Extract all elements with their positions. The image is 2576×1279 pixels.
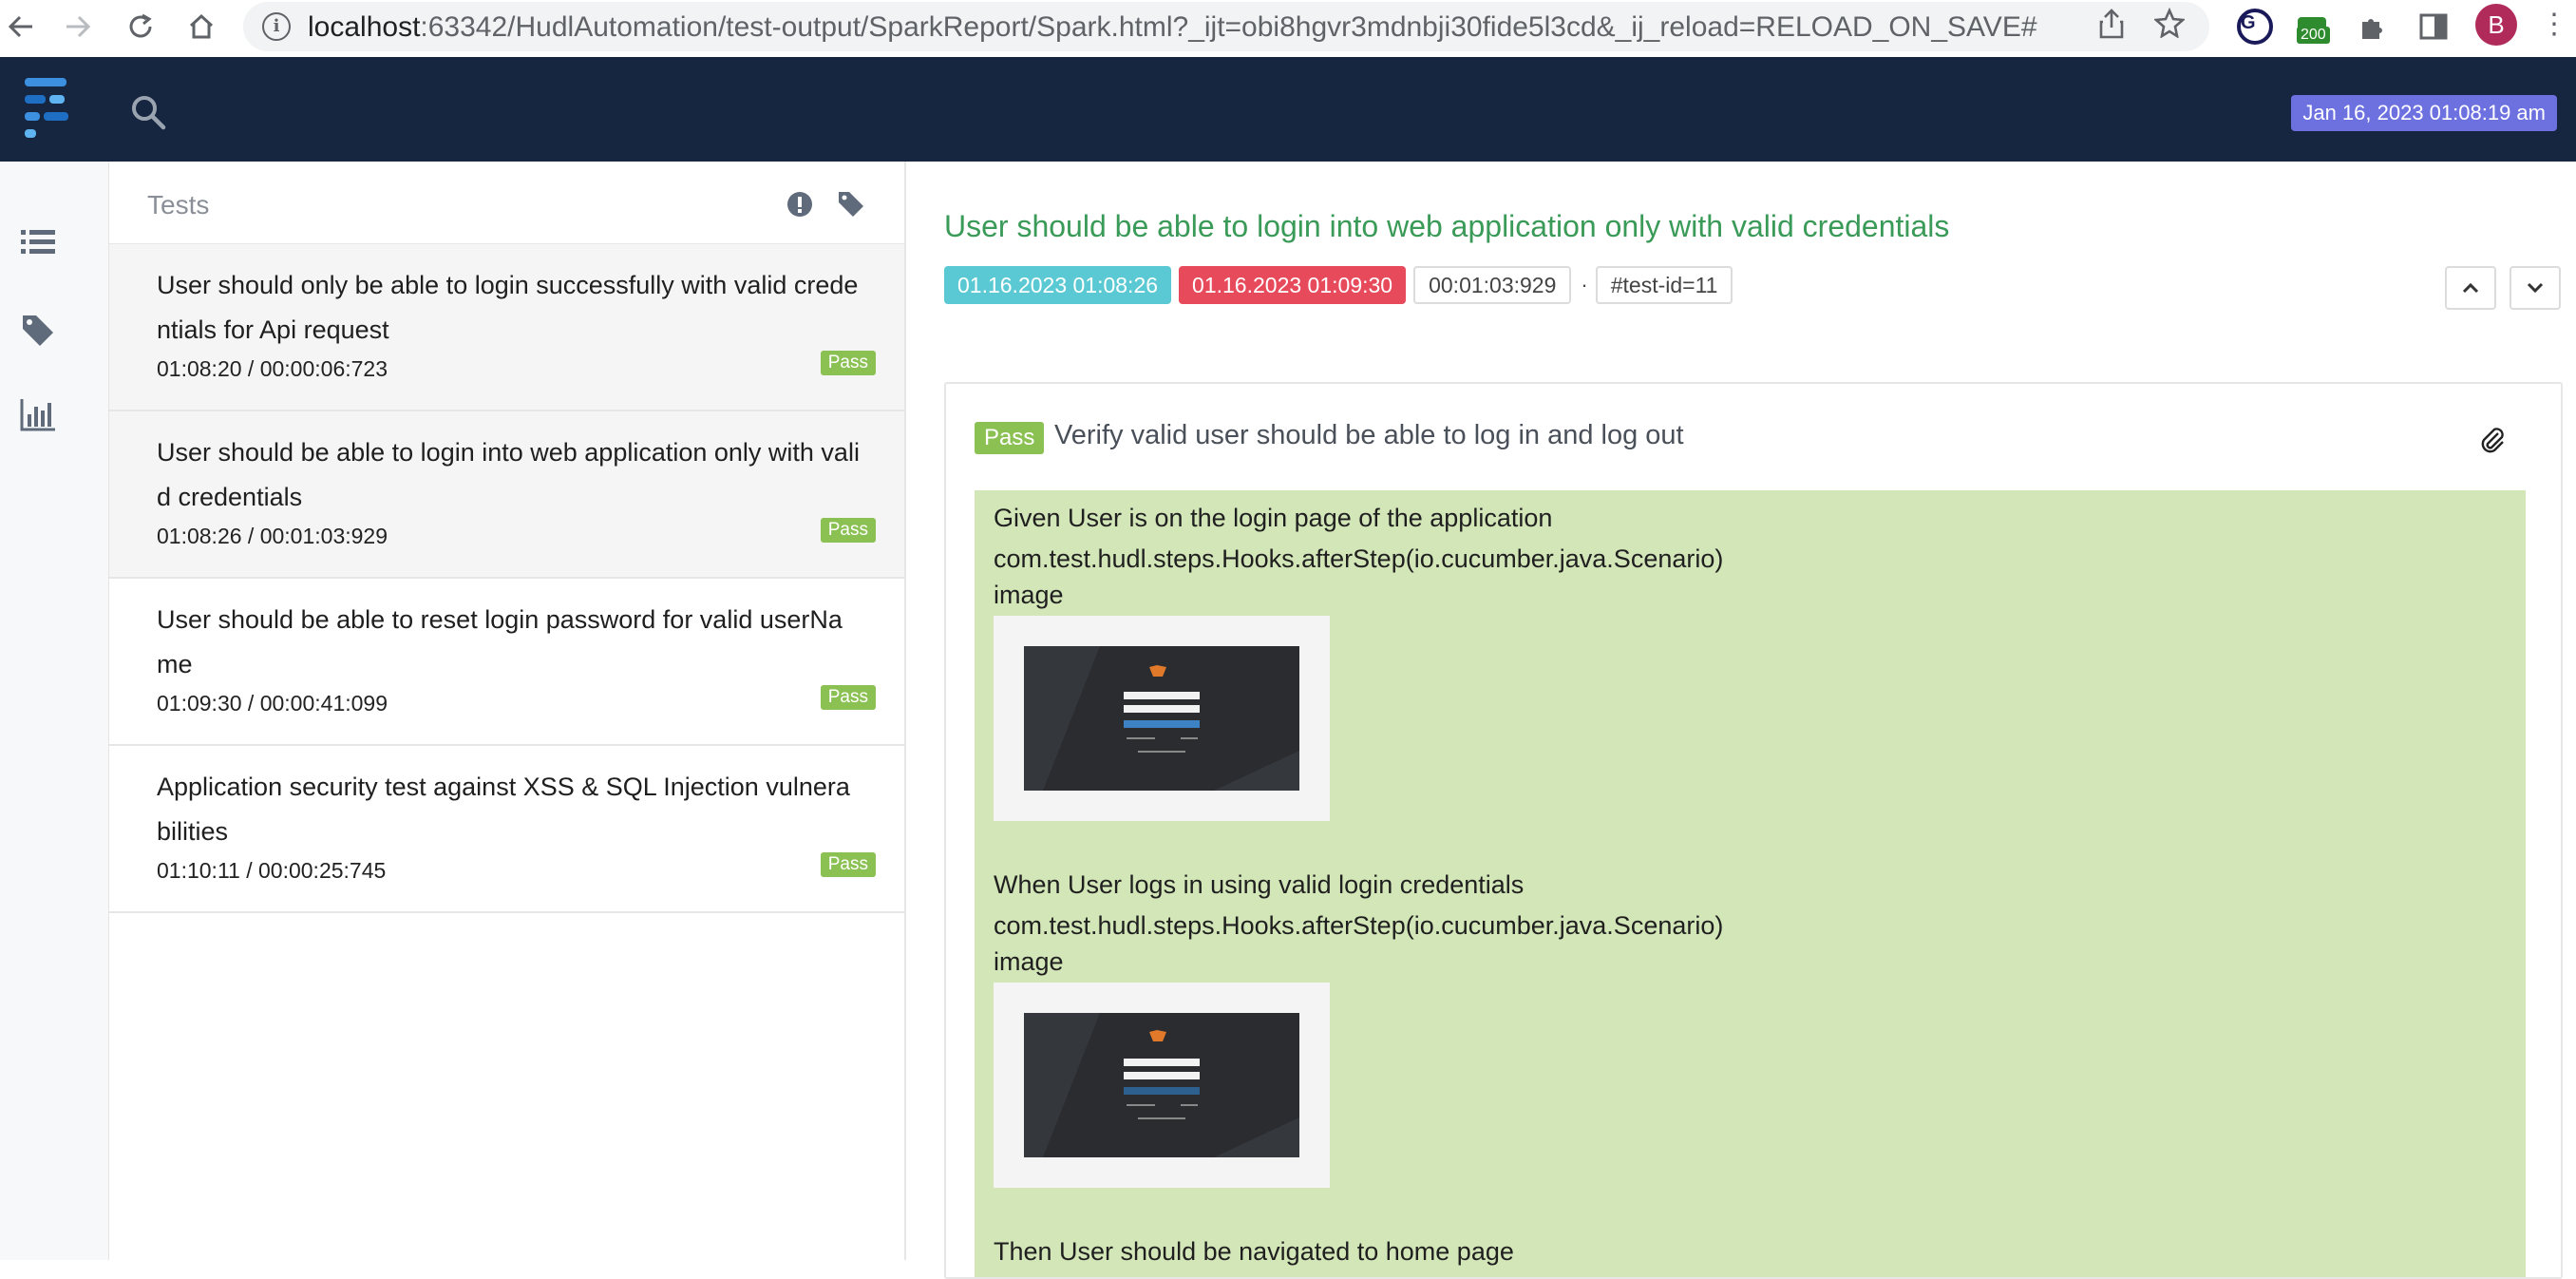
- url-text[interactable]: localhost:63342/HudlAutomation/test-outp…: [308, 11, 2037, 44]
- back-icon[interactable]: [0, 6, 42, 48]
- step-row: Given User is on the login page of the a…: [994, 490, 2526, 821]
- test-list-icon[interactable]: [19, 224, 57, 262]
- test-time: 01:08:26 / 00:01:03:929: [157, 524, 388, 548]
- test-name: User should be able to reset login passw…: [157, 605, 843, 678]
- share-icon[interactable]: [2097, 8, 2126, 48]
- step-screenshot-thumbnail[interactable]: [994, 983, 1330, 1188]
- next-test-button[interactable]: [2510, 266, 2561, 310]
- attachment-icon[interactable]: [2479, 426, 2506, 454]
- step-text: Given User is on the login page of the a…: [994, 504, 1553, 532]
- profile-avatar[interactable]: B: [2475, 4, 2517, 46]
- test-detail-title: User should be able to login into web ap…: [944, 209, 1950, 243]
- step-image-label: image: [994, 947, 1064, 976]
- home-icon[interactable]: [180, 6, 222, 48]
- scenario-status-badge: Pass: [975, 422, 1045, 454]
- test-name: User should only be able to login succes…: [157, 271, 859, 344]
- report-date-badge: Jan 16, 2023 01:08:19 am: [2291, 95, 2557, 131]
- status-badge: Pass: [820, 685, 876, 710]
- app-header: Jan 16, 2023 01:08:19 am: [0, 57, 2576, 162]
- extension-g-icon[interactable]: G: [2236, 8, 2274, 46]
- test-meta-chips: 01.16.2023 01:08:26 01.16.2023 01:09:30 …: [944, 266, 1740, 304]
- site-info-icon[interactable]: i: [262, 12, 291, 41]
- test-list-item[interactable]: User should be able to reset login passw…: [109, 579, 904, 746]
- test-list-header: Tests: [109, 162, 904, 244]
- browser-toolbar: i localhost:63342/HudlAutomation/test-ou…: [0, 0, 2576, 58]
- test-list-title: Tests: [147, 190, 210, 220]
- tag-filter-icon[interactable]: [837, 190, 865, 219]
- address-bar[interactable]: i localhost:63342/HudlAutomation/test-ou…: [243, 2, 2209, 51]
- chip-separator: ·: [1581, 273, 1588, 296]
- status-filter-icon[interactable]: [786, 190, 814, 219]
- scenario-name: Verify valid user should be able to log …: [1054, 420, 1684, 450]
- start-time-chip: 01.16.2023 01:08:26: [944, 266, 1172, 304]
- end-time-chip: 01.16.2023 01:09:30: [1179, 266, 1407, 304]
- step-row: When User logs in using valid login cred…: [994, 857, 2526, 1188]
- side-nav: [0, 162, 109, 1260]
- forward-icon[interactable]: [57, 6, 99, 48]
- step-hook: com.test.hudl.steps.Hooks.afterStep(io.c…: [994, 544, 1724, 573]
- step-image-label: image: [994, 581, 1064, 609]
- step-hook: com.test.hudl.steps.Hooks.afterStep(io.c…: [994, 911, 1724, 940]
- extensions-puzzle-icon[interactable]: [2354, 8, 2392, 46]
- test-time: 01:08:20 / 00:00:06:723: [157, 356, 388, 381]
- previous-test-button[interactable]: [2445, 266, 2496, 310]
- scenario-card: Pass Verify valid user should be able to…: [944, 382, 2563, 1279]
- status-badge: Pass: [820, 351, 876, 375]
- test-list-panel: Tests User should only be able to login …: [109, 162, 906, 1260]
- status-badge: Pass: [820, 852, 876, 877]
- test-list-item[interactable]: User should be able to login into web ap…: [109, 411, 904, 579]
- step-screenshot-thumbnail[interactable]: [994, 616, 1330, 821]
- tag-icon[interactable]: [19, 312, 57, 350]
- chevron-down-icon: [2527, 282, 2544, 294]
- reload-icon[interactable]: [120, 6, 161, 48]
- step-text: When User logs in using valid login cred…: [994, 870, 1525, 899]
- browser-menu-icon[interactable]: ⋮: [2540, 8, 2568, 41]
- search-icon[interactable]: [129, 93, 167, 131]
- test-detail-pane: User should be able to login into web ap…: [906, 162, 2576, 1279]
- test-id-chip: #test-id=11: [1595, 266, 1733, 304]
- bookmark-star-icon[interactable]: [2152, 7, 2187, 46]
- test-list-item[interactable]: User should only be able to login succes…: [109, 244, 904, 411]
- extension-badge: 200: [2297, 27, 2330, 44]
- step-text: Then User should be navigated to home pa…: [994, 1237, 1514, 1266]
- status-badge: Pass: [820, 518, 876, 543]
- chevron-up-icon: [2462, 282, 2479, 294]
- test-time: 01:09:30 / 00:00:41:099: [157, 691, 388, 716]
- test-nav-arrows: [2432, 266, 2561, 310]
- spark-logo-icon: [25, 78, 68, 138]
- test-name: User should be able to login into web ap…: [157, 438, 860, 511]
- side-panel-icon[interactable]: [2415, 8, 2453, 46]
- test-time: 01:10:11 / 00:00:25:745: [157, 858, 387, 883]
- scenario-header: Pass Verify valid user should be able to…: [946, 384, 2561, 488]
- step-row: Then User should be navigated to home pa…: [994, 1224, 2526, 1271]
- duration-chip: 00:01:03:929: [1413, 266, 1572, 304]
- scenario-steps: Given User is on the login page of the a…: [975, 490, 2526, 1277]
- test-list-item[interactable]: Application security test against XSS & …: [109, 746, 904, 913]
- test-name: Application security test against XSS & …: [157, 773, 850, 846]
- dashboard-chart-icon[interactable]: [19, 395, 57, 433]
